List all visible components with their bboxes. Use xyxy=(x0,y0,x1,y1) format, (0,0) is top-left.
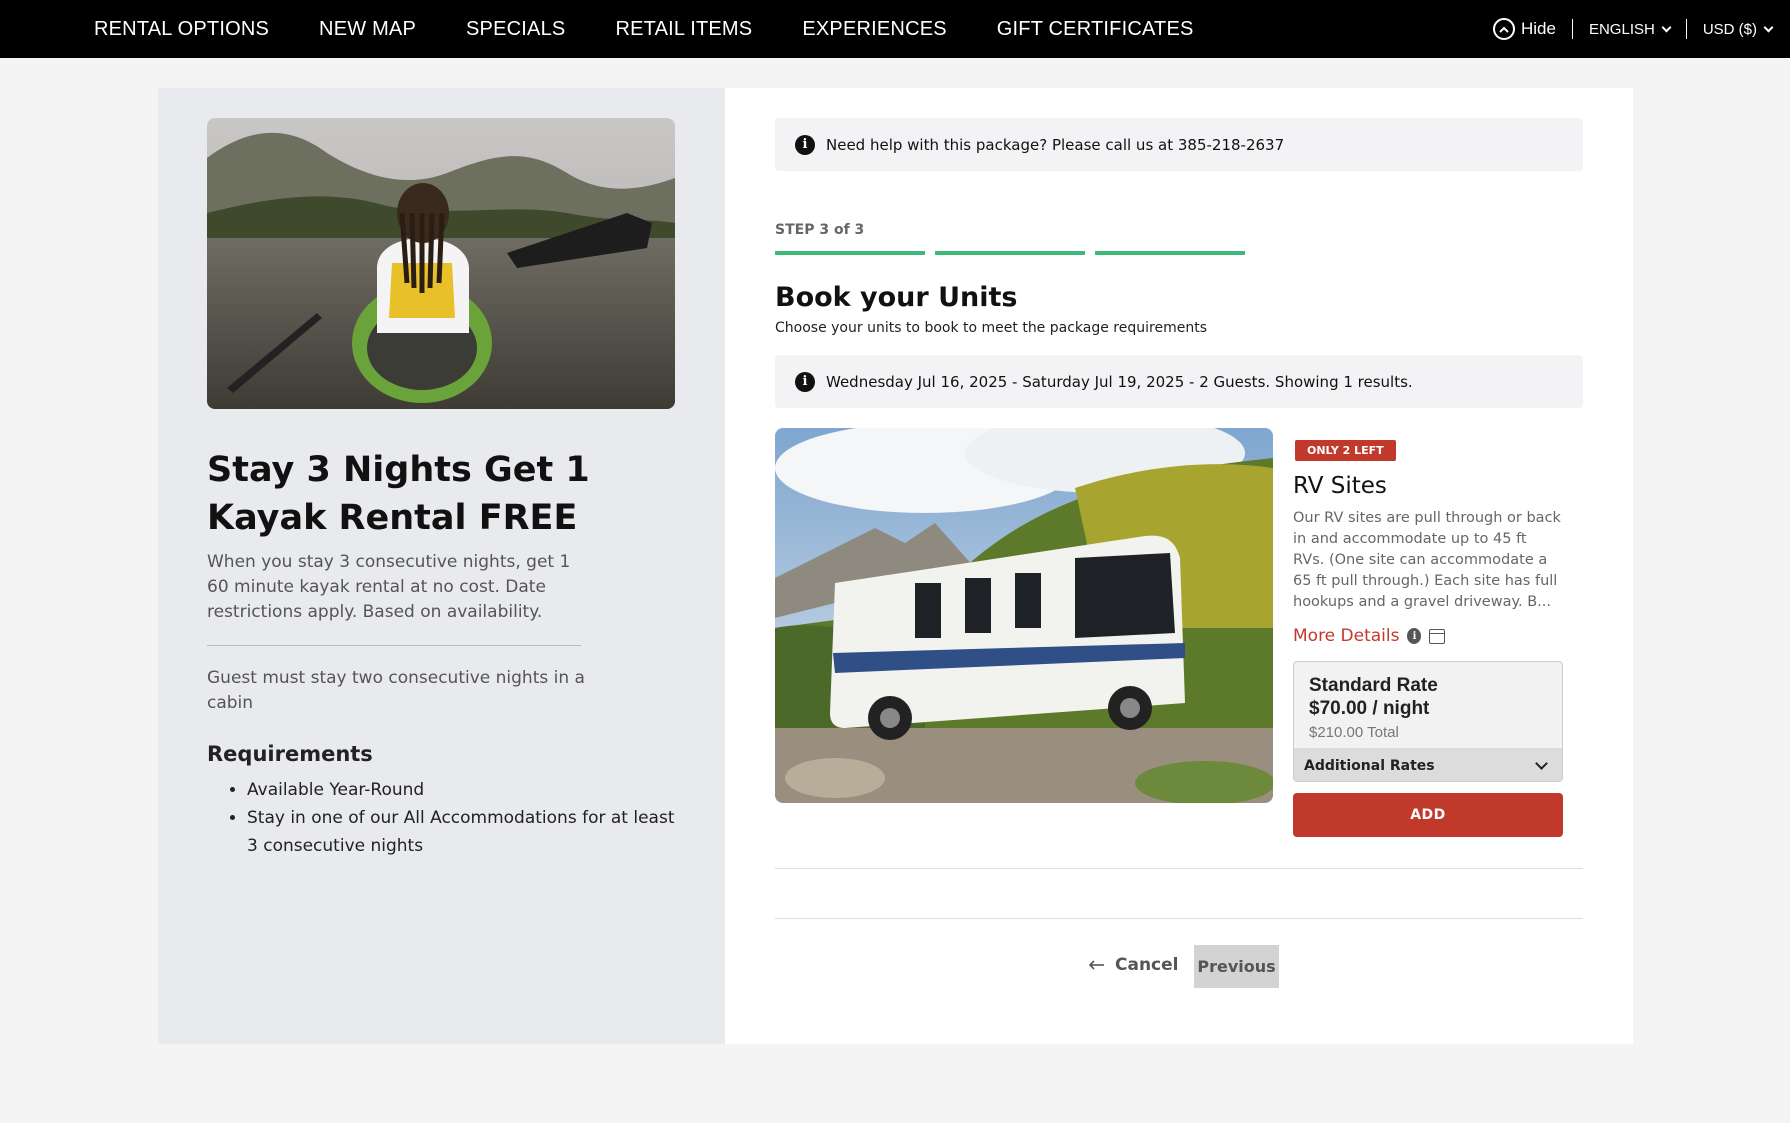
booking-subtitle: Choose your units to book to meet the pa… xyxy=(775,320,1207,336)
divider xyxy=(1685,19,1687,39)
unit-name: RV Sites xyxy=(1293,473,1387,499)
booking-title: Book your Units xyxy=(775,282,1018,313)
requirement-item: Available Year-Round xyxy=(247,776,687,804)
requirement-item: Stay in one of our All Accommodations fo… xyxy=(247,804,687,860)
unit-image[interactable] xyxy=(775,428,1273,803)
chevron-up-circle-icon xyxy=(1493,18,1515,40)
availability-badge: ONLY 2 LEFT xyxy=(1295,440,1396,461)
nav-rental-options[interactable]: RENTAL OPTIONS xyxy=(94,18,269,41)
more-details-row: More Details i xyxy=(1293,626,1446,646)
rate-name: Standard Rate xyxy=(1309,675,1438,696)
main-nav: RENTAL OPTIONS NEW MAP SPECIALS RETAIL I… xyxy=(94,0,1244,58)
nav-new-map[interactable]: NEW MAP xyxy=(319,18,416,41)
step-progress-bar xyxy=(775,251,1245,255)
package-description: When you stay 3 consecutive nights, get … xyxy=(207,552,571,622)
search-summary: i Wednesday Jul 16, 2025 - Saturday Jul … xyxy=(775,355,1583,408)
divider xyxy=(1571,19,1573,39)
info-icon[interactable]: i xyxy=(1407,628,1422,644)
help-notice: i Need help with this package? Please ca… xyxy=(775,118,1583,171)
additional-rates-label: Additional Rates xyxy=(1304,757,1435,774)
arrow-left-icon xyxy=(1088,955,1105,975)
unit-description: Our RV sites are pull through or back in… xyxy=(1293,510,1561,610)
top-nav-bar: RENTAL OPTIONS NEW MAP SPECIALS RETAIL I… xyxy=(0,0,1790,58)
package-summary-panel: Stay 3 Nights Get 1 Kayak Rental FREE Wh… xyxy=(158,88,725,1044)
step-segment xyxy=(935,251,1085,255)
divider xyxy=(775,918,1583,919)
package-title: Stay 3 Nights Get 1 Kayak Rental FREE xyxy=(207,450,590,538)
calendar-icon[interactable] xyxy=(1429,628,1446,644)
search-summary-text: Wednesday Jul 16, 2025 - Saturday Jul 19… xyxy=(826,372,1413,391)
currency-select[interactable]: USD ($) xyxy=(1702,20,1774,38)
chevron-down-icon xyxy=(1661,22,1672,32)
help-text: Need help with this package? Please call… xyxy=(826,135,1285,154)
more-details-link[interactable]: More Details xyxy=(1293,626,1399,646)
add-unit-button[interactable]: ADD xyxy=(1293,793,1563,837)
info-icon: i xyxy=(795,371,815,392)
chevron-down-icon xyxy=(1763,22,1774,32)
chevron-down-icon xyxy=(1535,757,1548,770)
step-segment xyxy=(1095,251,1245,255)
package-note: Guest must stay two consecutive nights i… xyxy=(207,668,585,713)
top-right-controls: Hide ENGLISH USD ($) xyxy=(1493,0,1774,58)
nav-experiences[interactable]: EXPERIENCES xyxy=(802,18,946,41)
package-image xyxy=(207,118,675,409)
package-container: Stay 3 Nights Get 1 Kayak Rental FREE Wh… xyxy=(158,88,1633,1044)
language-select[interactable]: ENGLISH xyxy=(1588,20,1672,38)
hide-toggle[interactable]: Hide xyxy=(1493,18,1556,40)
previous-button[interactable]: Previous xyxy=(1194,945,1279,988)
nav-retail-items[interactable]: RETAIL ITEMS xyxy=(615,18,752,41)
additional-rates-toggle[interactable]: Additional Rates xyxy=(1294,748,1562,781)
rate-total: $210.00 Total xyxy=(1309,724,1399,741)
requirements-list: Available Year-Round Stay in one of our … xyxy=(247,776,687,860)
requirements-heading: Requirements xyxy=(207,742,373,766)
rate-box[interactable]: Standard Rate $70.00 / night $210.00 Tot… xyxy=(1293,661,1563,782)
hide-label: Hide xyxy=(1521,19,1556,38)
language-label: ENGLISH xyxy=(1588,20,1655,38)
info-icon: i xyxy=(795,134,815,155)
nav-gift-certificates[interactable]: GIFT CERTIFICATES xyxy=(997,18,1194,41)
nav-specials[interactable]: SPECIALS xyxy=(466,18,565,41)
booking-panel: i Need help with this package? Please ca… xyxy=(775,88,1583,1044)
divider xyxy=(775,868,1583,869)
currency-label: USD ($) xyxy=(1702,20,1757,38)
step-indicator: STEP 3 of 3 xyxy=(775,222,865,238)
rate-price: $70.00 / night xyxy=(1309,698,1430,719)
step-segment xyxy=(775,251,925,255)
cancel-label: Cancel xyxy=(1115,955,1179,975)
cancel-button[interactable]: Cancel xyxy=(1088,955,1179,975)
divider xyxy=(207,645,581,646)
